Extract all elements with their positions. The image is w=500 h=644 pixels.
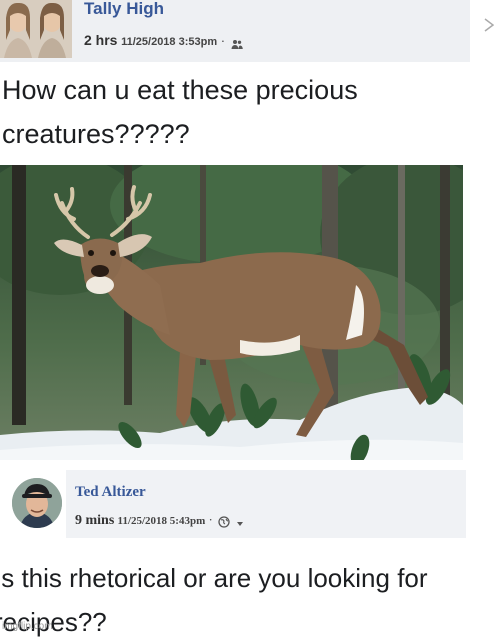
- post-text: How can u eat these precious creatures??…: [2, 75, 358, 149]
- comment-relative-time[interactable]: 9 mins: [75, 513, 114, 528]
- post-relative-time[interactable]: 2 hrs: [84, 32, 117, 48]
- post-photo[interactable]: [0, 165, 463, 460]
- friends-icon[interactable]: [231, 37, 243, 49]
- caret-down-icon[interactable]: [235, 516, 247, 527]
- corner-mark-icon: [484, 18, 495, 32]
- watermark: imgflip.com: [2, 621, 53, 632]
- comment-timestamp[interactable]: 11/25/2018 5:43pm: [118, 515, 206, 527]
- comment-text: Is this rhetorical or are you looking fo…: [0, 563, 428, 637]
- post-author-avatar[interactable]: [0, 0, 72, 58]
- post-meta: 2 hrs 11/25/2018 3:53pm ·: [84, 32, 243, 49]
- globe-icon[interactable]: [218, 516, 230, 528]
- post-author-name[interactable]: Tally High: [84, 0, 164, 19]
- comment-meta-separator: ·: [208, 512, 213, 527]
- comment-author-name[interactable]: Ted Altizer: [75, 484, 146, 501]
- post-meta-separator: ·: [220, 33, 226, 48]
- comment-author-avatar[interactable]: [12, 478, 62, 528]
- comment-meta: 9 mins 11/25/2018 5:43pm ·: [75, 512, 247, 529]
- post-timestamp[interactable]: 11/25/2018 3:53pm: [121, 36, 217, 48]
